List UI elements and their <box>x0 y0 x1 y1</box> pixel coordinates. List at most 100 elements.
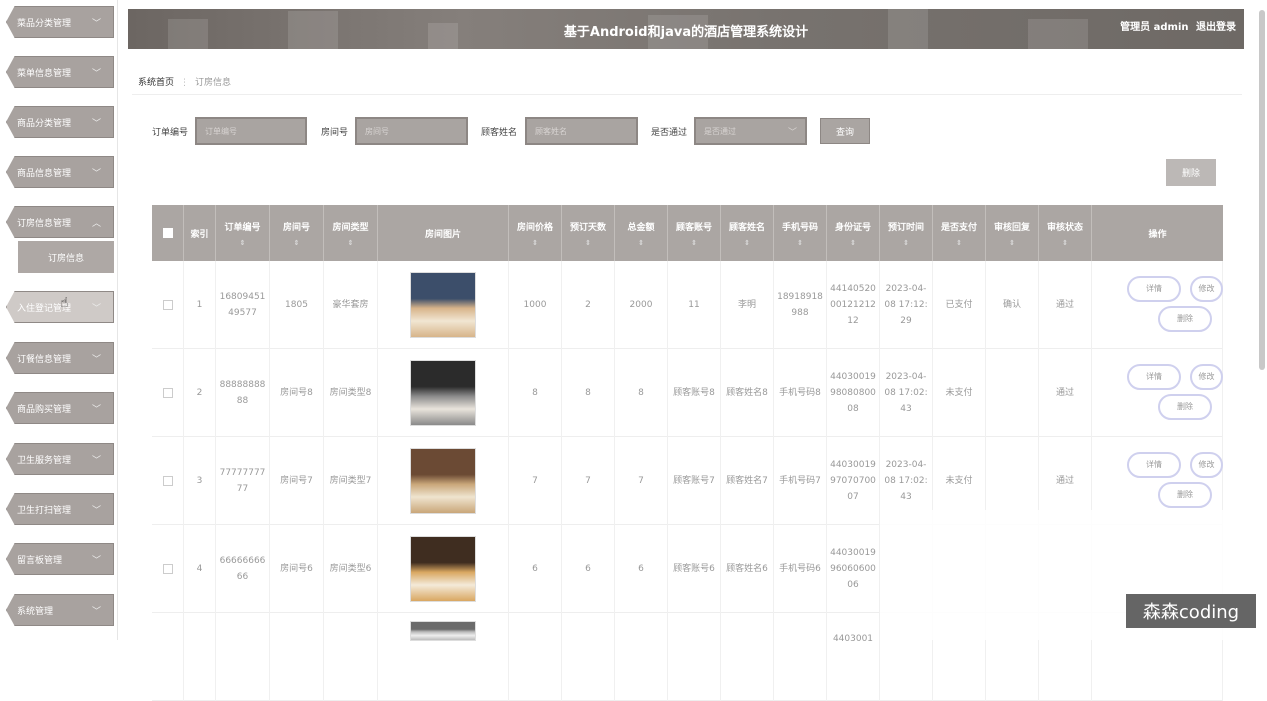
sort-icon: ⇕ <box>1009 238 1015 247</box>
table-cell-price: 8 <box>509 349 562 437</box>
batch-delete-button[interactable]: 删除 <box>1166 159 1216 186</box>
approved-select-value: 是否通过 <box>704 126 736 136</box>
sidebar-item-messages[interactable]: 留言板管理 ﹀ <box>6 543 114 575</box>
table-row: 2 8888888888 房间号8 房间类型8 8 8 8 顾客账号8 顾客姓名8 手机号码8 44… <box>152 349 1223 437</box>
delete-button[interactable]: 删除 <box>1158 482 1212 508</box>
column-header[interactable]: 审核状态 ⇕ <box>1039 205 1092 261</box>
order-no-input[interactable]: 订单编号 <box>195 117 307 145</box>
sidebar-item-menu-info[interactable]: 菜单信息管理 ﹀ <box>6 56 114 88</box>
column-header[interactable]: 订单编号 ⇕ <box>216 205 270 261</box>
sort-icon: ⇕ <box>347 238 354 247</box>
detail-button[interactable]: 详情 <box>1127 364 1181 390</box>
sidebar-item-goods-info[interactable]: 商品信息管理 ﹀ <box>6 156 114 188</box>
table-cell-idx <box>184 613 216 701</box>
edit-button[interactable]: 修改 <box>1190 364 1223 390</box>
column-header[interactable]: 顾客账号 ⇕ <box>668 205 721 261</box>
approved-select[interactable]: 是否通过 ﹀ <box>694 117 807 145</box>
sidebar-item-label: 商品购买管理 <box>17 404 72 415</box>
sidebar-item-label: 卫生服务管理 <box>17 455 72 466</box>
sidebar-item-hygiene-service[interactable]: 卫生服务管理 ﹀ <box>6 443 114 475</box>
column-header: 操作 <box>1148 229 1167 240</box>
room-photo[interactable] <box>410 272 476 338</box>
room-image-cell <box>378 437 509 525</box>
guest-name-input[interactable]: 顾客姓名 <box>525 117 638 145</box>
table-cell-price: 7 <box>509 437 562 525</box>
table-cell-room <box>270 613 324 701</box>
sidebar-item-dish-category[interactable]: 菜品分类管理 ﹀ <box>6 6 114 38</box>
column-header[interactable]: 索引 <box>184 205 216 261</box>
sidebar-item-booking[interactable]: 订房信息管理 ︿ <box>6 206 114 238</box>
table-cell-total: 7 <box>615 437 668 525</box>
table-cell-room: 1805 <box>270 261 324 349</box>
row-checkbox[interactable] <box>162 388 173 398</box>
table-cell-type: 房间类型6 <box>324 525 378 613</box>
chevron-down-icon: ﹀ <box>91 119 101 129</box>
sidebar-item-label: 菜单信息管理 <box>17 68 72 79</box>
table-cell-days: 7 <box>562 437 615 525</box>
column-header[interactable]: 身份证号 ⇕ <box>827 205 880 261</box>
detail-button[interactable]: 详情 <box>1127 452 1181 478</box>
sidebar-item-label: 商品信息管理 <box>17 168 72 179</box>
sidebar-item-dining[interactable]: 订餐信息管理 ﹀ <box>6 342 114 374</box>
room-photo[interactable] <box>410 360 476 426</box>
chevron-down-icon: ﹀ <box>91 69 101 79</box>
column-header[interactable]: 顾客姓名 ⇕ <box>721 205 774 261</box>
sidebar-item-system[interactable]: 系统管理 ﹀ <box>6 594 114 626</box>
scrollbar[interactable] <box>1259 10 1265 370</box>
row-checkbox[interactable] <box>162 476 173 486</box>
edit-button[interactable]: 修改 <box>1190 452 1223 478</box>
column-header[interactable]: 房间号 ⇕ <box>270 205 324 261</box>
table-cell-id: 4403001 <box>827 613 880 701</box>
sort-icon: ⇕ <box>638 238 644 247</box>
room-image-cell <box>378 525 509 613</box>
detail-button[interactable]: 详情 <box>1127 276 1181 302</box>
column-header[interactable]: 房间类型 ⇕ <box>324 205 378 261</box>
guest-name-label: 顾客姓名 <box>481 128 518 138</box>
room-photo[interactable] <box>410 621 476 641</box>
sort-icon: ⇕ <box>903 238 909 247</box>
table-cell-order: 1680945149577 <box>216 261 270 349</box>
logout-link[interactable]: 退出登录 <box>1196 22 1236 33</box>
table-cell-time: 2023-04-08 17:12:29 <box>880 261 933 349</box>
room-no-input[interactable]: 房间号 <box>355 117 468 145</box>
column-header[interactable]: 总金额 ⇕ <box>615 205 668 261</box>
delete-button[interactable]: 删除 <box>1158 306 1212 332</box>
header-user-area: 管理员 admin 退出登录 <box>1116 18 1236 33</box>
sort-icon: ⇕ <box>293 238 300 247</box>
query-button[interactable]: 查询 <box>820 118 870 144</box>
chevron-down-icon: ﹀ <box>91 169 101 179</box>
sidebar-item-purchase[interactable]: 商品购买管理 ﹀ <box>6 392 114 424</box>
sidebar-item-goods-category[interactable]: 商品分类管理 ﹀ <box>6 106 114 138</box>
sidebar-item-cleaning[interactable]: 卫生打扫管理 ﹀ <box>6 493 114 525</box>
column-header[interactable]: 是否支付 ⇕ <box>933 205 986 261</box>
room-photo[interactable] <box>410 448 476 514</box>
row-checkbox[interactable] <box>162 300 173 310</box>
column-header[interactable]: 房间图片 <box>378 205 509 261</box>
table-cell-reply: 确认 <box>986 261 1039 349</box>
edit-button[interactable]: 修改 <box>1190 276 1223 302</box>
column-header[interactable]: 房间价格 ⇕ <box>509 205 562 261</box>
chevron-down-icon: ﹀ <box>91 556 101 566</box>
chevron-down-icon: ﹀ <box>91 19 101 29</box>
row-select-cell <box>152 437 184 525</box>
breadcrumb-home[interactable]: 系统首页 <box>138 78 174 88</box>
table-cell-name: 李明 <box>721 261 774 349</box>
select-all-checkbox[interactable] <box>162 228 173 238</box>
column-header[interactable]: 预订天数 ⇕ <box>562 205 615 261</box>
table-cell-price: 1000 <box>509 261 562 349</box>
sidebar-subitem-booking-info[interactable]: 订房信息 <box>18 241 114 273</box>
sidebar-item-label: 系统管理 <box>17 606 54 617</box>
column-header[interactable]: 手机号码 ⇕ <box>774 205 827 261</box>
table-cell-type: 房间类型8 <box>324 349 378 437</box>
breadcrumb-separator: ⋮ <box>180 78 190 88</box>
row-checkbox[interactable] <box>162 564 173 574</box>
chevron-down-icon: ﹀ <box>91 506 101 516</box>
room-photo[interactable] <box>410 536 476 602</box>
column-header[interactable]: 预订时间 ⇕ <box>880 205 933 261</box>
page-title: 基于Android和java的酒店管理系统设计 <box>563 25 809 40</box>
sort-icon: ⇕ <box>1062 238 1068 247</box>
delete-button[interactable]: 删除 <box>1158 394 1212 420</box>
table-header: 索引 订单编号 ⇕ 房间号 ⇕ 房间类型 ⇕ 房间图片 房间价格 ⇕ 预订天数 ⇕ 总金额… <box>152 205 1223 261</box>
sidebar-item-label: 订房信息管理 <box>17 218 72 229</box>
column-header[interactable]: 审核回复 ⇕ <box>986 205 1039 261</box>
